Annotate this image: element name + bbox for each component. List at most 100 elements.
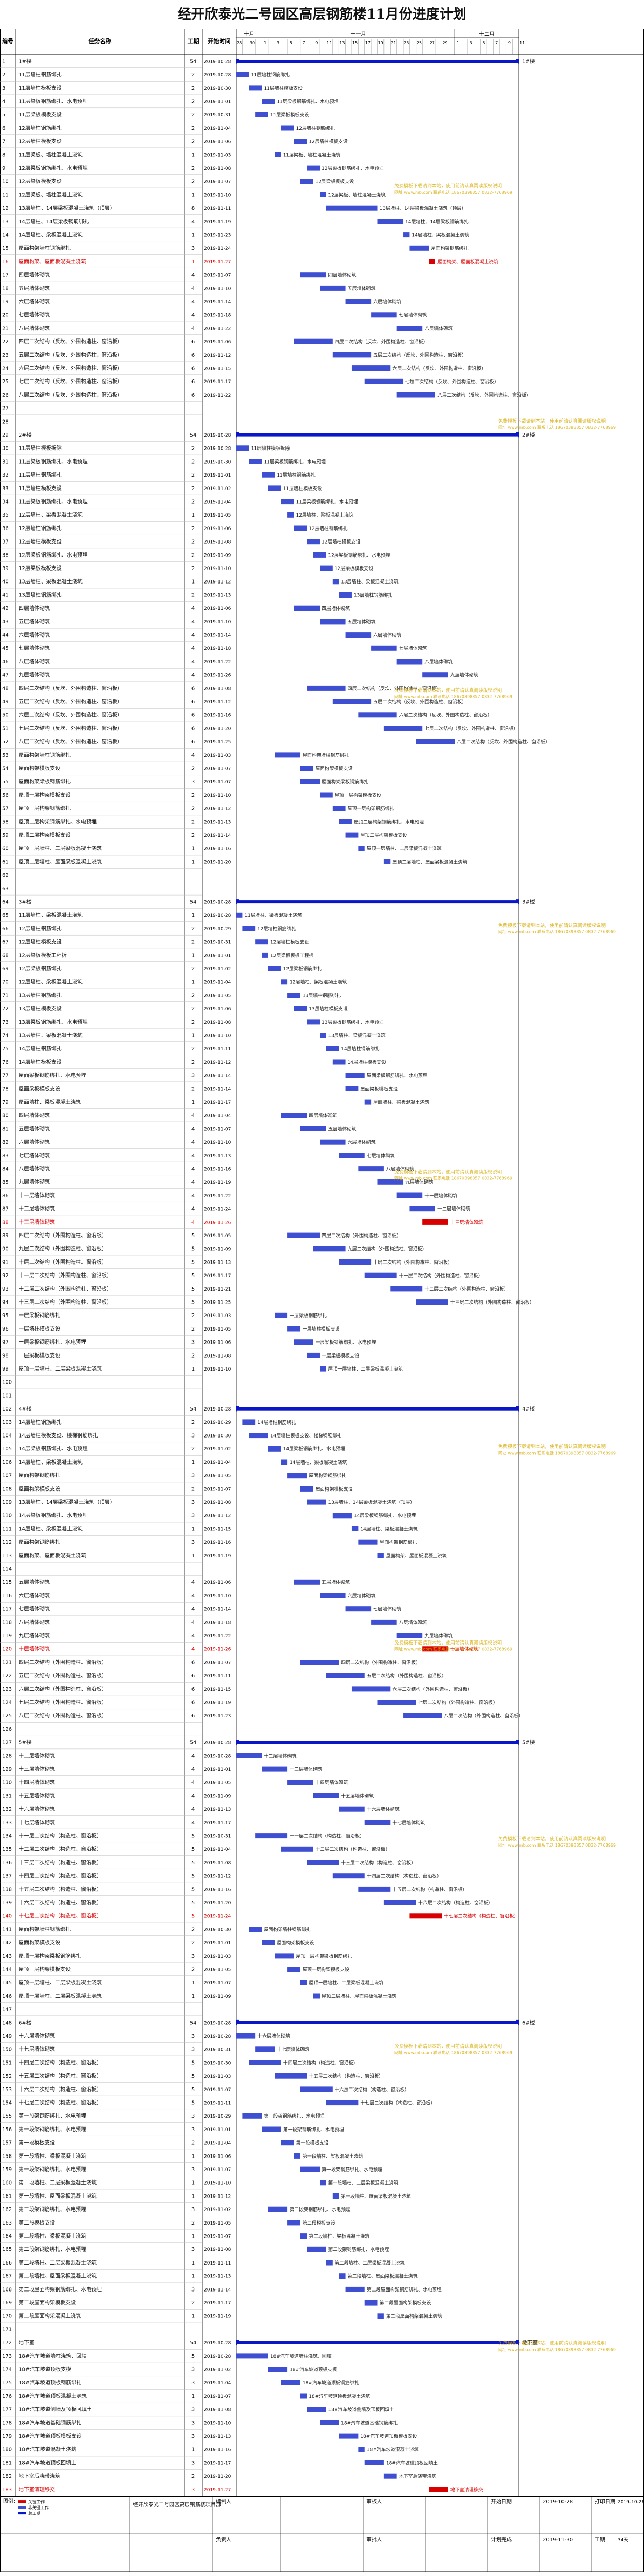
- task-start: 2019-11-20: [204, 1901, 231, 1906]
- task-no: 51: [2, 726, 9, 731]
- task-no: 8: [2, 152, 5, 158]
- task-no: 108: [2, 1486, 12, 1492]
- task-start: 2019-11-05: [204, 1781, 231, 1786]
- task-name: 四层墙体砌筑: [19, 605, 50, 612]
- task-bar-label: 第二段墙柱、梁板混凝土浇筑: [309, 2233, 369, 2240]
- watermark-line2: 网址 www.mb.com 联系电话 18670398857 0832-7768…: [498, 929, 616, 934]
- task-start: 2019-11-04: [204, 2381, 231, 2386]
- task-bar-label: 屋顶一层墙柱、二层梁板混凝土浇筑: [367, 846, 442, 852]
- task-start: 2019-10-30: [204, 459, 231, 465]
- task-no: 99: [2, 1366, 9, 1372]
- task-days: 2: [191, 2474, 195, 2479]
- task-bar-label: 十二层墙体砌筑: [264, 1753, 297, 1759]
- task-bar: [383, 2473, 397, 2479]
- task-no: 71: [2, 993, 9, 998]
- task-start: 2019-11-08: [204, 1861, 231, 1866]
- task-days: 4: [191, 1753, 195, 1759]
- task-name: 第二段屋面构架钢筋绑扎、水电预埋: [19, 2286, 102, 2293]
- task-name: 18#汽车坡道顶板混凝土浇筑: [19, 2393, 87, 2399]
- task-start: 2019-11-07: [204, 1127, 231, 1132]
- task-start: 2019-11-14: [204, 300, 231, 305]
- task-bar-label: 第二段屋面构架钢筋绑扎、水电预埋: [367, 2286, 442, 2293]
- task-no: 20: [2, 313, 9, 318]
- task-bar: [416, 1299, 448, 1305]
- task-days: 2: [191, 552, 195, 558]
- task-no: 142: [2, 1940, 12, 1946]
- task-name: 18#汽车坡道混凝土浇筑: [19, 2446, 76, 2453]
- task-no: 46: [2, 659, 9, 665]
- task-no: 90: [2, 1246, 9, 1252]
- task-start: 2019-11-03: [204, 153, 231, 158]
- task-name: 屋面构架、屋面板混凝土浇筑: [19, 258, 86, 265]
- task-name: 一层梁板模板支设: [19, 1352, 60, 1359]
- task-days: 2: [191, 539, 195, 545]
- task-bar-label: 十五层二次结构（构造柱、窗沿板）: [392, 1886, 467, 1892]
- summary-label: 6#楼: [522, 2019, 535, 2026]
- task-bar-label: 12层墙柱模板支设: [322, 539, 360, 545]
- task-start: 2019-11-01: [204, 100, 231, 105]
- task-start: 2019-11-04: [204, 1460, 231, 1466]
- task-bar-label: 一层梁板模板支设: [322, 1352, 359, 1359]
- task-no: 57: [2, 806, 9, 812]
- task-bar: [364, 1820, 391, 1825]
- task-bar: [249, 459, 262, 464]
- task-bar-label: 第一段墙柱、屋面梁板混凝土浇筑: [341, 2193, 411, 2199]
- task-bar: [268, 1446, 281, 1452]
- task-bar: [268, 2367, 288, 2372]
- task-name: 十六层二次结构（构造柱、窗沿板）: [19, 1899, 102, 1906]
- task-bar-label: 14层墙柱钢筋绑扎: [341, 1046, 379, 1052]
- task-no: 177: [2, 2407, 12, 2413]
- task-start: 2019-11-02: [204, 2207, 231, 2213]
- watermark-line2: 网址 www.mb.com 联系电话 18670398857 0832-7768…: [394, 1646, 512, 1651]
- task-bar: [422, 672, 448, 678]
- task-no: 54: [2, 766, 9, 772]
- legend-title: 图例:: [3, 2498, 15, 2504]
- task-name: 十一层二次结构（外围构造柱、窗沿板）: [19, 1272, 112, 1279]
- task-bar: [294, 1339, 313, 1345]
- task-bar: [249, 1433, 268, 1439]
- task-bar: [268, 966, 281, 971]
- task-name: 11层墙柱钢筋绑扎: [19, 71, 62, 78]
- task-no: 14: [2, 233, 9, 238]
- task-start: 2019-11-20: [204, 726, 231, 731]
- task-bar: [287, 1326, 300, 1332]
- task-no: 29: [2, 432, 9, 438]
- watermark-line2: 网址 www.mb.com 联系电话 18670398857 0832-7768…: [498, 1842, 616, 1848]
- task-bar-label: 18#汽车坡道墙柱浇筑、回填: [270, 2353, 332, 2360]
- task-name: 七层二次结构（反坎、外围构造柱、窗沿板）: [19, 378, 122, 385]
- task-name: 十四层墙体砌筑: [19, 1779, 55, 1786]
- task-days: 2: [191, 139, 195, 145]
- task-no: 106: [2, 1460, 12, 1466]
- task-name: 12层梁板模板支设: [19, 565, 62, 572]
- task-start: 2019-11-19: [204, 220, 231, 225]
- task-start: 2019-11-25: [204, 740, 231, 745]
- summary-bar: [236, 2021, 519, 2024]
- task-bar-label: 八层二次结构（反坎、外围构造柱、窗沿板）: [437, 392, 531, 398]
- task-bar: [313, 1993, 320, 1999]
- task-days: 2: [191, 179, 195, 185]
- task-days: 1: [191, 953, 195, 958]
- task-start: 2019-11-14: [204, 1607, 231, 1612]
- task-start: 2019-10-28: [204, 433, 231, 438]
- task-name: 屋面构架墙柱钢筋绑扎: [19, 245, 71, 251]
- task-name: 四层二次结构（外围构造柱、窗沿板）: [19, 1232, 107, 1239]
- task-bar-label: 六层二次结构（外围构造柱、窗沿板）: [392, 1686, 472, 1692]
- task-bar-label: 六层墙体砌筑: [373, 632, 401, 639]
- task-bar-label: 屋顶一层墙柱、二层梁板混凝土浇筑: [309, 1980, 383, 1986]
- task-days: 5: [191, 1259, 195, 1265]
- task-start: 2019-11-13: [204, 593, 231, 598]
- task-no: 25: [2, 379, 9, 385]
- task-bar: [332, 806, 346, 811]
- task-bar: [339, 2433, 359, 2439]
- task-name: 七层墙体砌筑: [19, 645, 50, 652]
- task-bar: [287, 1780, 313, 1785]
- task-bar: [396, 1192, 423, 1198]
- task-start: 2019-10-28: [204, 900, 231, 905]
- task-name: 十三层二次结构（构造柱、窗沿板）: [19, 1859, 102, 1866]
- day-tick: 9: [508, 40, 511, 45]
- task-days: 6: [191, 366, 195, 372]
- footer-v-startdate: 2019-10-28: [543, 2499, 573, 2505]
- task-name: 屋顶一层构架梁板钢筋绑扎: [19, 1953, 81, 1959]
- task-bar: [313, 552, 326, 558]
- task-bar: [409, 1913, 442, 1919]
